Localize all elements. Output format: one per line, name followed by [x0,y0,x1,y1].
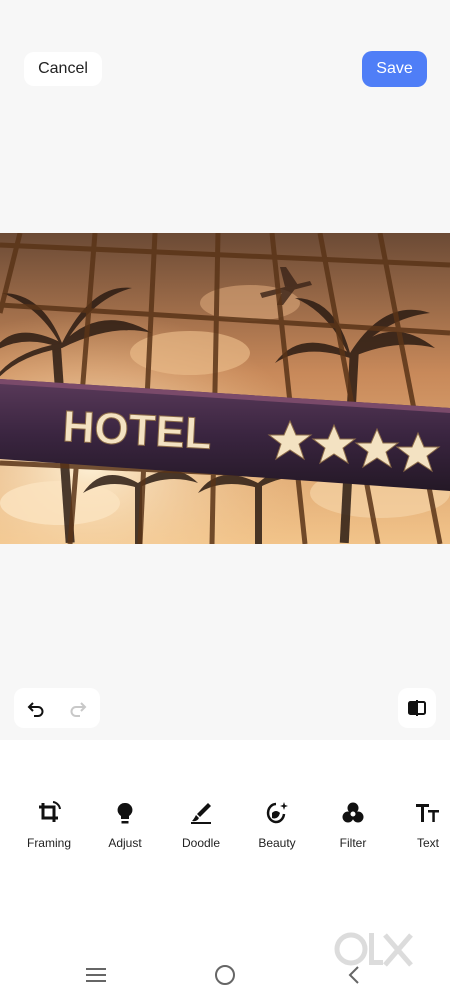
tool-label: Text [416,836,439,850]
bulb-icon [117,802,133,824]
undo-icon[interactable] [16,688,56,728]
tool-adjust[interactable]: Adjust [90,800,160,860]
hotel-photo: HOTEL [0,233,450,544]
history-controls [14,688,100,728]
tool-label: Filter [339,836,367,850]
tool-label: Framing [26,836,71,850]
brush-icon [191,803,211,824]
cancel-button[interactable]: Cancel [24,52,102,86]
tool-text[interactable]: Text [393,800,450,860]
face-sparkle-icon [266,802,288,824]
filter-circles-icon [342,802,364,823]
text-icon [416,804,439,822]
photo-canvas[interactable]: HOTEL [0,233,450,544]
crop-rotate-icon [39,801,61,822]
tool-label: Beauty [258,836,296,850]
home-icon[interactable] [210,962,240,988]
menu-icon[interactable] [81,962,111,988]
tool-doodle[interactable]: Doodle [166,800,236,860]
tool-filter[interactable]: Filter [318,800,388,860]
top-bar: Cancel Save [0,0,450,140]
olx-watermark [333,928,417,972]
redo-icon[interactable] [58,688,98,728]
tool-label: Adjust [108,836,142,850]
save-button[interactable]: Save [362,51,427,87]
tool-framing[interactable]: Framing [14,800,84,860]
compare-icon[interactable] [398,688,436,728]
tool-label: Doodle [181,836,221,850]
tool-beauty[interactable]: Beauty [242,800,312,860]
hotel-sign-text: HOTEL [61,402,212,459]
